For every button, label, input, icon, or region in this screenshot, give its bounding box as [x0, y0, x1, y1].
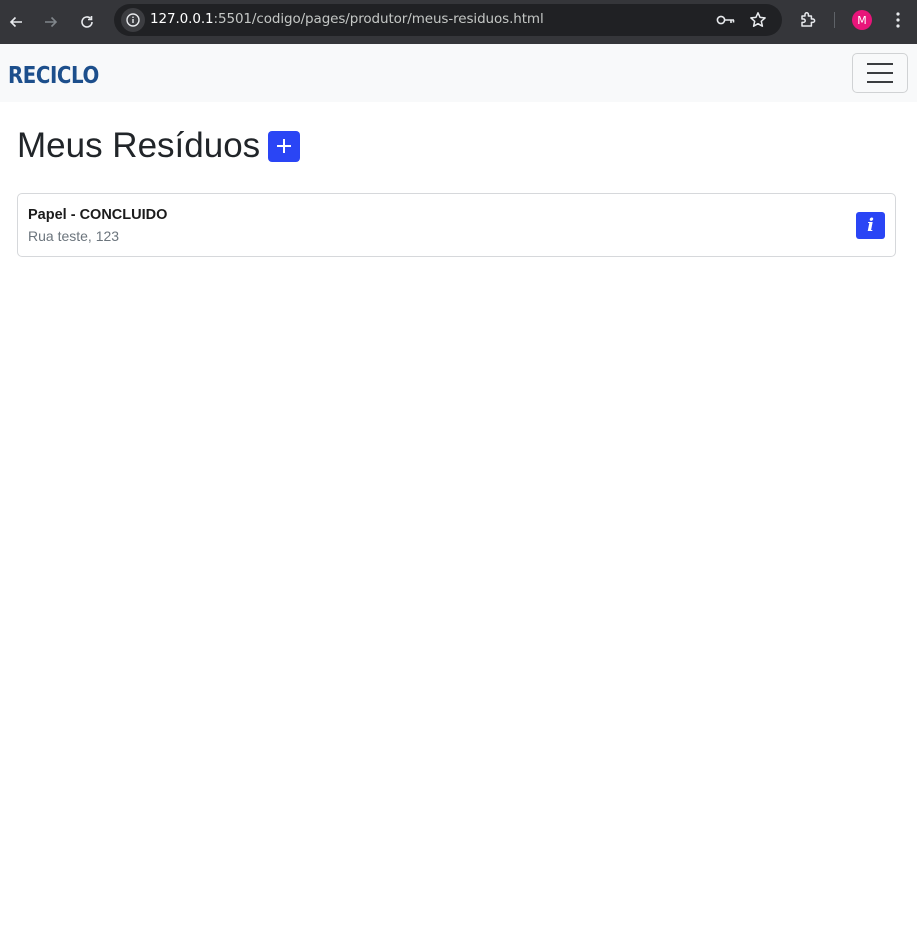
address-bar[interactable]: 127.0.0.1:5501/codigo/pages/produtor/meu…	[114, 4, 782, 36]
arrow-right-icon	[45, 16, 58, 28]
star-icon	[750, 12, 766, 27]
hamburger-line	[867, 72, 893, 74]
toolbar-divider	[834, 12, 835, 28]
site-info-button[interactable]	[121, 8, 145, 32]
password-key-button[interactable]	[716, 10, 736, 30]
arrow-left-icon	[9, 16, 22, 28]
info-icon: i	[867, 215, 874, 236]
plus-icon	[277, 139, 292, 153]
forward-button[interactable]	[37, 8, 65, 36]
residuo-title: Papel - CONCLUIDO	[28, 207, 168, 223]
residuo-address: Rua teste, 123	[28, 228, 120, 244]
extensions-button[interactable]	[798, 10, 818, 30]
add-residuo-button[interactable]	[268, 130, 301, 162]
more-vertical-icon	[896, 12, 900, 28]
brand-logo[interactable]: RECICLO	[8, 62, 114, 90]
browser-menu-button[interactable]	[888, 10, 908, 30]
page-header: Meus Resíduos	[17, 124, 301, 168]
page-title: Meus Resíduos	[17, 126, 261, 165]
navbar-toggler-button[interactable]	[852, 53, 908, 93]
url-text[interactable]: 127.0.0.1:5501/codigo/pages/produtor/meu…	[150, 11, 544, 27]
residuo-card: Papel - CONCLUIDO Rua teste, 123 i	[17, 193, 896, 257]
puzzle-icon	[801, 12, 816, 27]
residuo-info-button[interactable]: i	[856, 212, 885, 239]
url-path: :5501/codigo/pages/produtor/meus-residuo…	[213, 11, 544, 27]
info-circle-icon	[126, 13, 140, 27]
url-host: 127.0.0.1	[150, 11, 214, 27]
reload-button[interactable]	[73, 8, 101, 36]
browser-toolbar: 127.0.0.1:5501/codigo/pages/produtor/meu…	[0, 0, 917, 44]
site-navbar: RECICLO	[0, 44, 917, 102]
key-icon	[716, 15, 735, 25]
hamburger-line	[867, 63, 893, 65]
profile-avatar[interactable]: M	[852, 10, 872, 30]
reload-icon	[81, 16, 93, 28]
brand-text: RECICLO	[8, 63, 99, 89]
hamburger-line	[867, 81, 893, 83]
back-button[interactable]	[2, 8, 30, 36]
bookmark-star-button[interactable]	[748, 10, 768, 30]
